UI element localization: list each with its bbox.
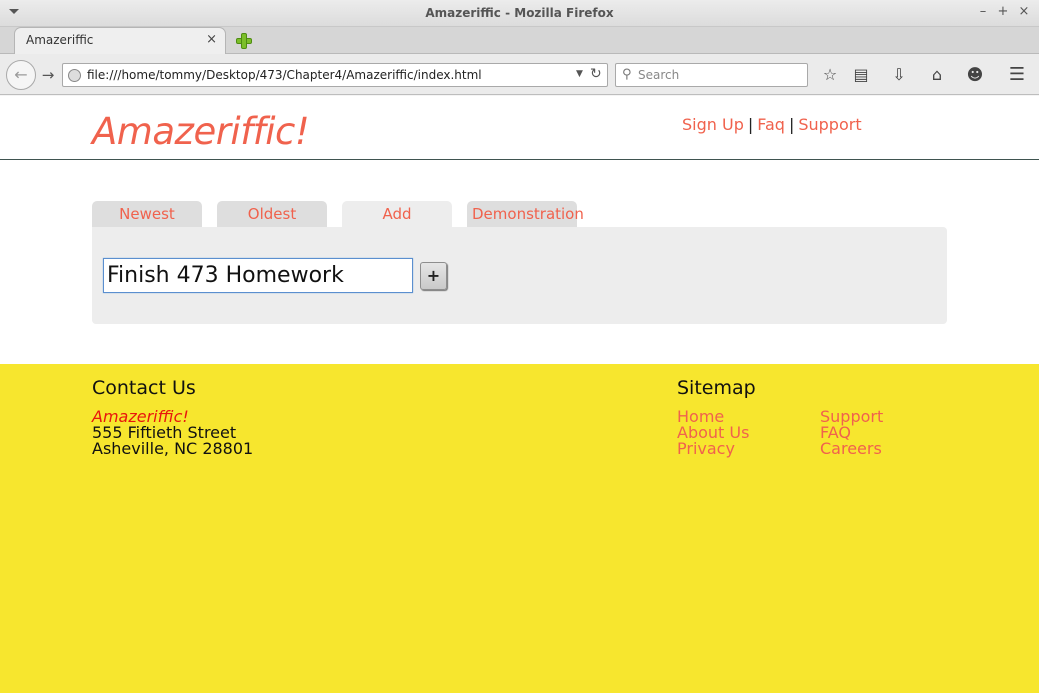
url-history-dropdown-icon[interactable]: ▼ [576, 69, 583, 79]
add-panel: + [92, 227, 947, 324]
tab-oldest[interactable]: Oldest [217, 201, 327, 228]
brand-logo: Amazeriffic! [92, 110, 310, 153]
sign-up-link[interactable]: Sign Up [682, 115, 744, 134]
chat-icon[interactable]: ☻ [965, 65, 985, 85]
browser-tab-label: Amazeriffic [26, 33, 94, 47]
contact-heading: Contact Us [92, 377, 196, 399]
bookmark-star-icon[interactable]: ☆ [820, 65, 840, 85]
search-icon: ⚲ [622, 67, 632, 82]
close-tab-icon[interactable]: × [206, 32, 217, 47]
back-button[interactable]: ← [6, 60, 36, 90]
page-content: Amazeriffic! Sign Up | Faq | Support Newest … [0, 96, 1039, 693]
new-tab-button[interactable] [234, 31, 254, 51]
contact-city: Asheville, NC 28801 [92, 439, 254, 458]
link-separator: | [747, 115, 754, 134]
sitemap-link-careers[interactable]: Careers [820, 439, 882, 458]
search-bar[interactable]: ⚲ [615, 63, 808, 87]
browser-tabbar: Amazeriffic × [0, 27, 1039, 54]
hamburger-menu-icon[interactable]: ☰ [1007, 65, 1027, 85]
top-nav-links: Sign Up | Faq | Support [682, 115, 862, 134]
header-divider [0, 159, 1039, 160]
reload-icon[interactable]: ↻ [590, 66, 602, 82]
sitemap-heading: Sitemap [677, 377, 756, 399]
forward-button[interactable]: → [36, 63, 60, 87]
support-link[interactable]: Support [798, 115, 861, 134]
home-icon[interactable]: ⌂ [927, 65, 947, 85]
minimize-button[interactable]: – [975, 4, 991, 20]
tab-newest[interactable]: Newest [92, 201, 202, 228]
link-separator: | [788, 115, 795, 134]
maximize-button[interactable]: + [995, 4, 1011, 20]
back-icon: ← [14, 65, 28, 84]
url-text[interactable]: file:///home/tommy/Desktop/473/Chapter4/… [87, 68, 482, 82]
search-input[interactable] [638, 66, 803, 84]
faq-link[interactable]: Faq [757, 115, 785, 134]
tab-add[interactable]: Add [342, 201, 452, 228]
window-title: Amazeriffic - Mozilla Firefox [425, 6, 614, 20]
site-identity-icon[interactable] [68, 69, 81, 82]
tab-demonstration[interactable]: Demonstration [467, 201, 584, 228]
window-titlebar: Amazeriffic - Mozilla Firefox – + × [0, 0, 1039, 27]
close-window-button[interactable]: × [1016, 4, 1032, 20]
add-todo-button[interactable]: + [420, 262, 447, 290]
todo-description-input[interactable] [103, 258, 413, 293]
footer: Contact Us Amazeriffic! 555 Fiftieth Str… [0, 364, 1039, 693]
sitemap-link-privacy[interactable]: Privacy [677, 439, 735, 458]
forward-icon: → [41, 66, 55, 84]
url-bar[interactable]: file:///home/tommy/Desktop/473/Chapter4/… [62, 63, 608, 87]
browser-tab[interactable]: Amazeriffic × [14, 27, 226, 54]
plus-icon-bar [241, 33, 247, 49]
browser-navbar: ← → file:///home/tommy/Desktop/473/Chapt… [0, 54, 1039, 95]
reading-list-icon[interactable]: ▤ [851, 65, 871, 85]
download-icon[interactable]: ⇩ [889, 65, 909, 85]
